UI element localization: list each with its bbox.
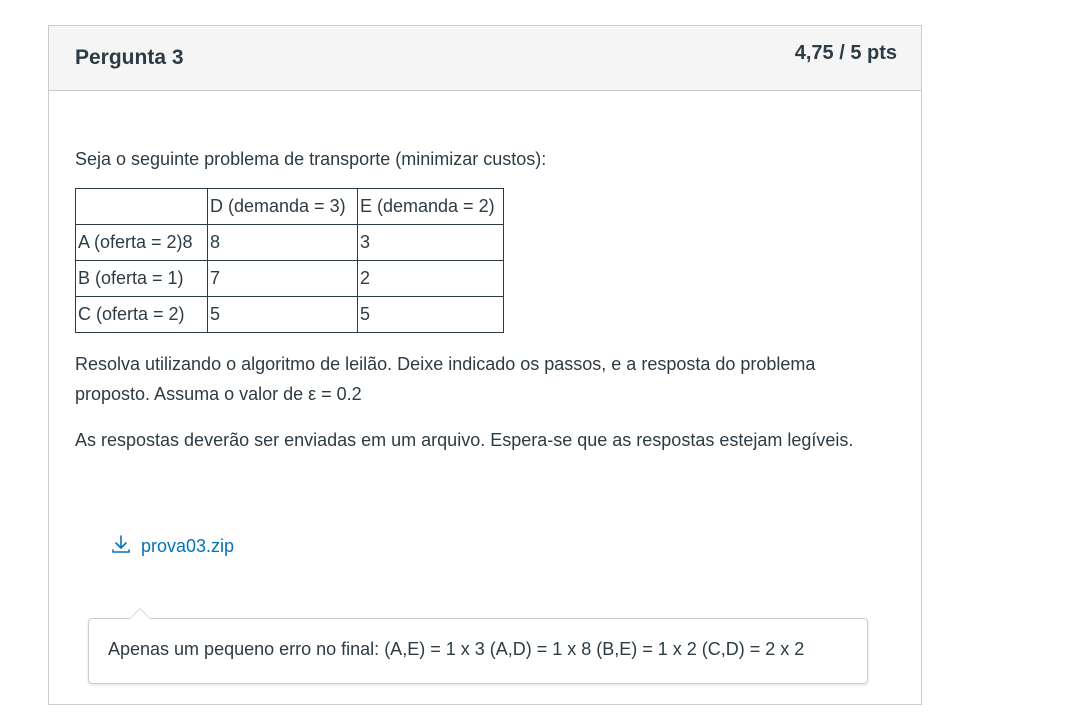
- table-cell: 2: [357, 260, 504, 297]
- table-header-row: D (demanda = 3) E (demanda = 2): [75, 188, 504, 225]
- table-cell: 3: [357, 224, 504, 261]
- grader-comment: Apenas um pequeno erro no final: (A,E) =…: [88, 608, 868, 684]
- table-header-cell: E (demanda = 2): [357, 188, 504, 225]
- download-icon: [111, 534, 141, 559]
- table-header-cell: [75, 188, 208, 225]
- table-row: B (oferta = 1) 7 2: [75, 260, 504, 297]
- question-title: Pergunta 3: [75, 46, 184, 69]
- table-cell: A (oferta = 2)8: [75, 224, 208, 261]
- attachment-link[interactable]: prova03.zip: [111, 534, 234, 559]
- question-body: Seja o seguinte problema de transporte (…: [75, 144, 895, 471]
- table-cell: C (oferta = 2): [75, 296, 208, 333]
- table-row: A (oferta = 2)8 8 3: [75, 224, 504, 261]
- table-cell: 8: [207, 224, 358, 261]
- transport-table: D (demanda = 3) E (demanda = 2) A (ofert…: [75, 188, 504, 333]
- question-score: 4,75 / 5 pts: [794, 42, 897, 64]
- table-cell: B (oferta = 1): [75, 260, 208, 297]
- comment-text: Apenas um pequeno erro no final: (A,E) =…: [108, 639, 805, 659]
- table-cell: 5: [207, 296, 358, 333]
- submission-note: As respostas deverão ser enviadas em um …: [75, 430, 854, 450]
- table-row: C (oferta = 2) 5 5: [75, 296, 504, 333]
- question-card: Pergunta 3 4,75 / 5 pts Seja o seguinte …: [48, 25, 922, 705]
- table-cell: 5: [357, 296, 504, 333]
- table-cell: 7: [207, 260, 358, 297]
- question-intro: Seja o seguinte problema de transporte (…: [75, 149, 547, 169]
- question-header: Pergunta 3 4,75 / 5 pts: [49, 26, 921, 91]
- question-instruction: Resolva utilizando o algoritmo de leilão…: [75, 354, 816, 404]
- attachment-filename[interactable]: prova03.zip: [141, 536, 234, 557]
- table-header-cell: D (demanda = 3): [207, 188, 358, 225]
